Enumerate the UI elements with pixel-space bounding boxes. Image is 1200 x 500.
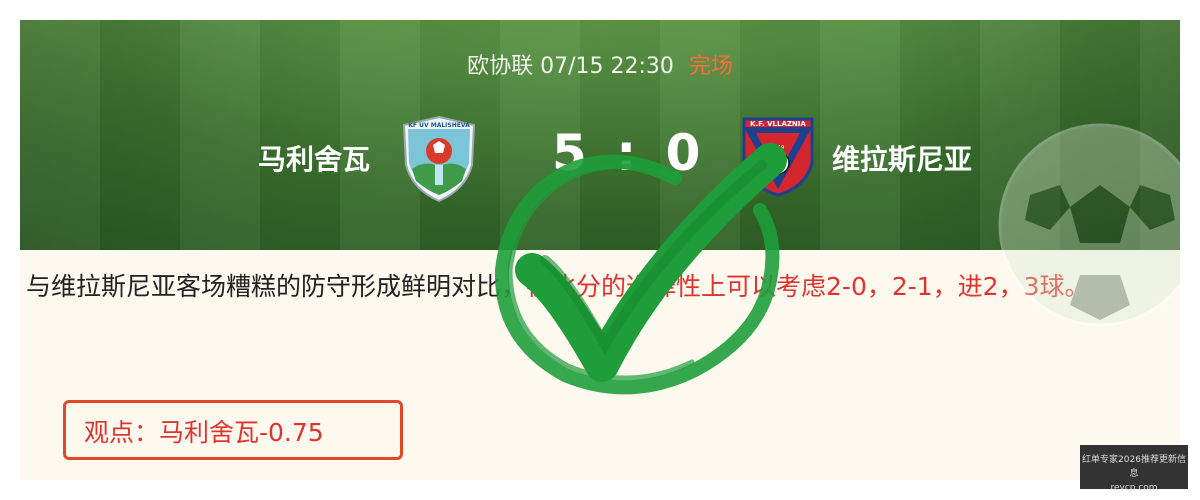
viewpoint-box: 观点：马利舍瓦-0.75 — [63, 400, 403, 460]
match-status: 完场 — [688, 54, 733, 79]
away-team-name: 维拉斯尼亚 — [832, 143, 973, 176]
away-logo-text: K.F. VLLAZNIA — [750, 120, 806, 128]
match-datetime: 07/15 22:30 — [540, 54, 674, 79]
home-logo-text: KF UV MALISHEVA — [408, 122, 470, 129]
league-name: 欧协联 — [467, 54, 534, 79]
watermark-line-1: 红单专家2026推荐更新信息 — [1082, 455, 1186, 479]
watermark: 红单专家2026推荐更新信息 reycp.com — [1080, 445, 1188, 493]
analysis-normal-text: 与维拉斯尼亚客场糟糕的防守形成鲜明对比， — [26, 272, 527, 301]
match-info: 欧协联 07/15 22:30 完场 — [20, 48, 1180, 80]
football-decoration-icon — [998, 123, 1180, 327]
checkmark-stamp-icon — [494, 143, 787, 395]
home-team-logo: KF UV MALISHEVA — [402, 115, 476, 203]
watermark-line-2: reycp.com — [1110, 483, 1158, 493]
home-team-name: 马利舍瓦 — [258, 143, 371, 176]
viewpoint-label: 观点：马利舍瓦-0.75 — [84, 418, 324, 447]
